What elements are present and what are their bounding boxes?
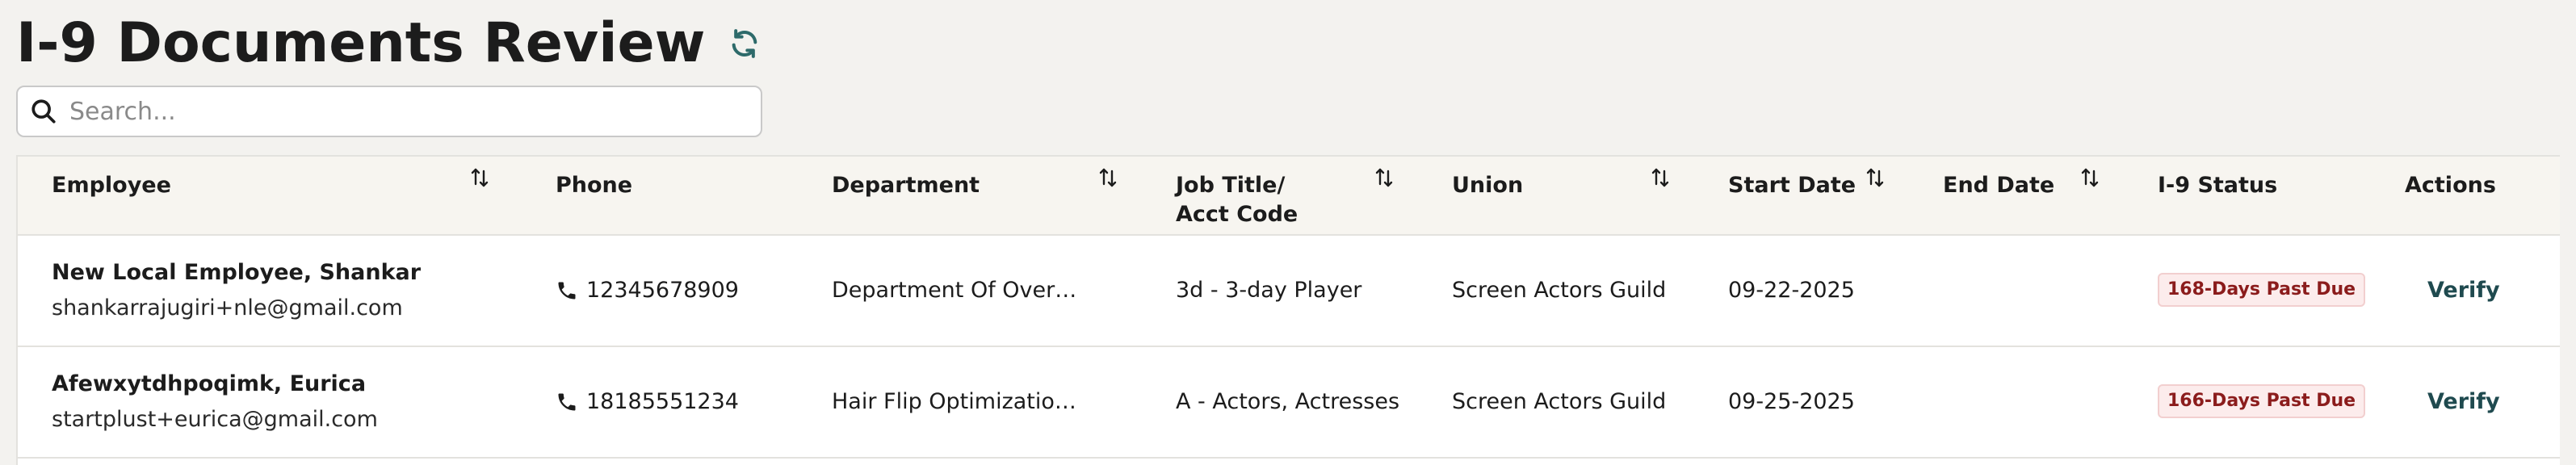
employee-email: startplust+eurica@gmail.com [52,407,378,432]
start-date-cell: 09-25-2025 [1728,389,1855,414]
phone-number: 12345678909 [586,278,739,303]
sort-job-title-icon[interactable] [1373,163,1395,192]
union-cell: Screen Actors Guild [1452,389,1667,414]
sort-start-date-icon[interactable] [1864,163,1886,192]
col-status: I-9 Status [2158,173,2278,198]
col-job-title: Job Title/ Acct Code [1176,171,1298,229]
refresh-icon[interactable] [727,26,762,61]
table-header: Employee Phone Department Job Title/ Acc… [18,157,2560,236]
phone-icon [556,279,580,303]
phone-cell: 12345678909 [556,276,739,305]
department-cell: Department Of Over… [832,278,1077,303]
phone-icon [556,390,580,414]
col-phone: Phone [556,173,633,198]
table-row[interactable]: Afewxytdhpoqimk, Eurica startplust+euric… [18,347,2560,459]
page-title: I-9 Documents Review [16,11,706,75]
col-department: Department [832,173,980,198]
verify-button[interactable]: Verify [2427,276,2500,305]
col-employee: Employee [52,173,171,198]
col-start-date: Start Date [1728,173,1856,198]
i9-table: Employee Phone Department Job Title/ Acc… [16,155,2560,465]
sort-employee-icon[interactable] [468,163,491,192]
search-box[interactable] [16,86,762,137]
col-job-title-line2: Acct Code [1176,202,1298,227]
employee-name: New Local Employee, Shankar [52,260,422,285]
col-job-title-line1: Job Title/ [1176,173,1286,198]
employee-name: Afewxytdhpoqimk, Eurica [52,371,367,396]
sort-department-icon[interactable] [1097,163,1119,192]
employee-email: shankarrajugiri+nle@gmail.com [52,295,403,320]
col-end-date: End Date [1943,173,2055,198]
phone-number: 18185551234 [586,389,739,414]
status-badge: 166-Days Past Due [2158,384,2366,418]
col-actions: Actions [2405,173,2496,198]
col-union: Union [1452,173,1524,198]
page-header: I-9 Documents Review [16,5,762,82]
verify-button[interactable]: Verify [2427,388,2500,417]
union-cell: Screen Actors Guild [1452,278,1667,303]
sort-union-icon[interactable] [1649,163,1672,192]
job-title-cell: 3d - 3-day Player [1176,278,1362,303]
status-badge: 168-Days Past Due [2158,273,2366,307]
search-icon [27,95,60,128]
department-cell: Hair Flip Optimizatio… [832,389,1076,414]
table-row[interactable]: New Local Employee, Shankar shankarrajug… [18,236,2560,347]
job-title-cell: A - Actors, Actresses [1176,389,1400,414]
start-date-cell: 09-22-2025 [1728,278,1855,303]
phone-cell: 18185551234 [556,388,739,417]
search-input[interactable] [68,96,761,127]
sort-end-date-icon[interactable] [2079,163,2101,192]
